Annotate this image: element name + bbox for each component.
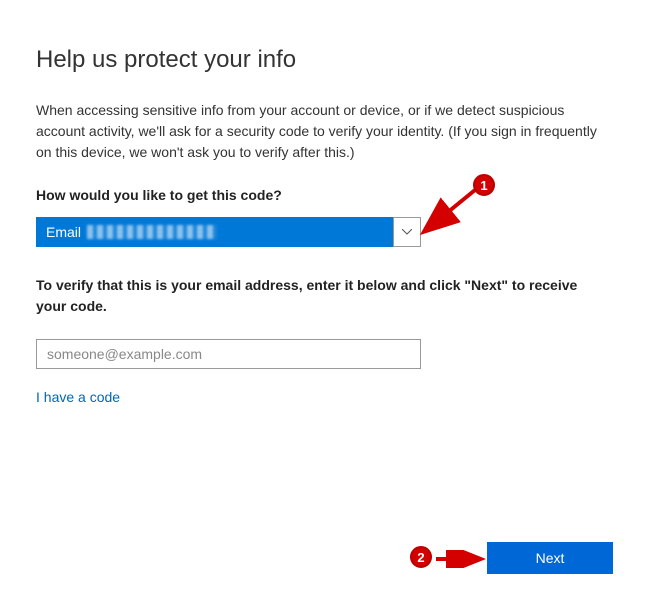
annotation-badge-2: 2 bbox=[410, 546, 432, 568]
dropdown-selected-masked-email bbox=[87, 225, 217, 239]
dropdown-selected: Email bbox=[36, 217, 393, 247]
email-field[interactable] bbox=[36, 339, 421, 369]
annotation-arrow-1 bbox=[420, 186, 482, 238]
code-method-label: How would you like to get this code? bbox=[36, 187, 615, 203]
code-method-dropdown[interactable]: Email bbox=[36, 217, 421, 247]
chevron-down-icon[interactable] bbox=[393, 217, 421, 247]
verify-instruction: To verify that this is your email addres… bbox=[36, 275, 606, 317]
dropdown-selected-prefix: Email bbox=[46, 224, 81, 240]
description-text: When accessing sensitive info from your … bbox=[36, 100, 615, 163]
next-button[interactable]: Next bbox=[487, 542, 613, 574]
annotation-badge-1: 1 bbox=[473, 174, 495, 196]
page-title: Help us protect your info bbox=[36, 46, 615, 74]
have-code-link[interactable]: I have a code bbox=[36, 389, 120, 405]
annotation-arrow-2 bbox=[434, 550, 486, 568]
dialog-panel: Help us protect your info When accessing… bbox=[0, 0, 651, 407]
